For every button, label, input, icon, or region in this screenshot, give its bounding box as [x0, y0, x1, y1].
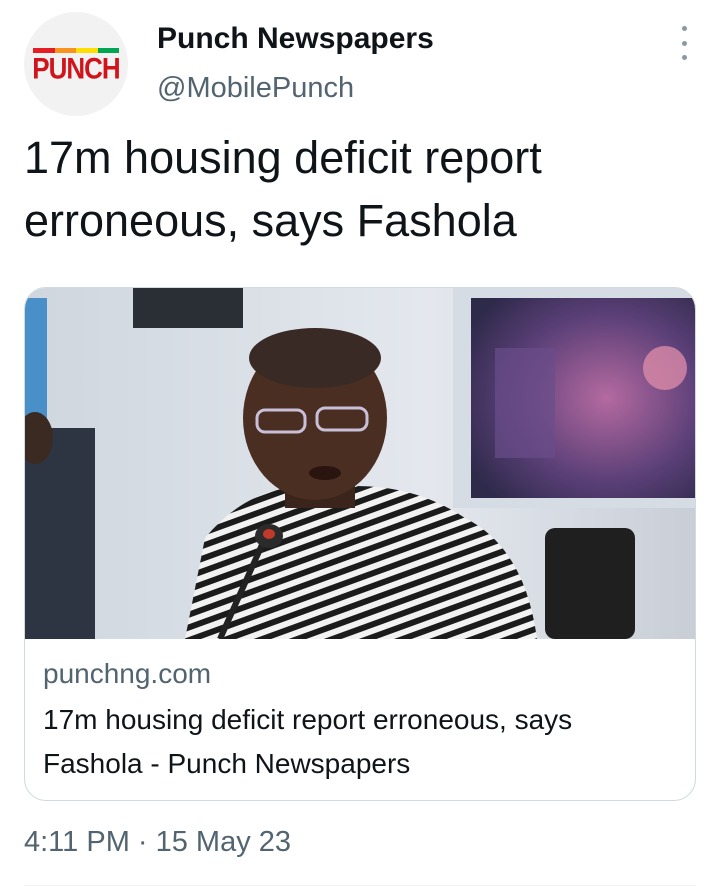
card-meta: punchng.com 17m housing deficit report e…: [43, 654, 677, 786]
card-domain: punchng.com: [43, 658, 212, 689]
tweet-text: 17m housing deficit report erroneous, sa…: [24, 132, 542, 246]
punch-logo: PUNCH: [32, 50, 120, 85]
card-image: [25, 288, 695, 639]
timestamp[interactable]: 4:11 PM · 15 May 23: [24, 826, 291, 859]
card-title: 17m housing deficit report erroneous, sa…: [43, 704, 573, 779]
divider: [24, 885, 696, 886]
account-name[interactable]: Punch Newspapers: [157, 22, 434, 56]
link-card[interactable]: punchng.com 17m housing deficit report e…: [24, 287, 696, 801]
avatar[interactable]: PUNCH: [24, 12, 128, 116]
account-handle[interactable]: @MobilePunch: [157, 72, 354, 105]
more-vertical-icon[interactable]: [676, 26, 692, 60]
